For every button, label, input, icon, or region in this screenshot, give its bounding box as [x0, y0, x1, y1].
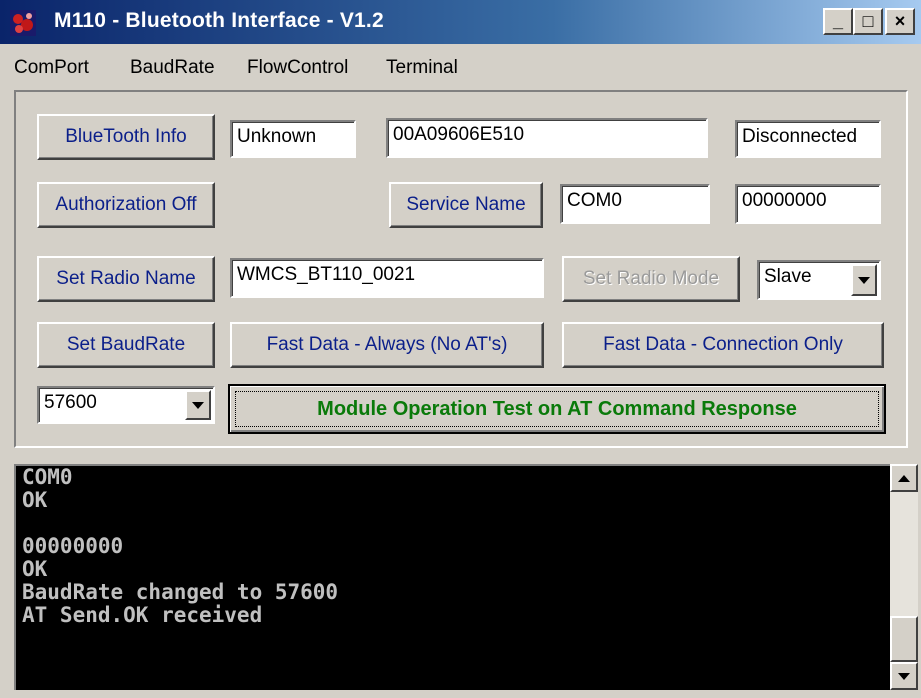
terminal-line: BaudRate changed to 57600: [22, 580, 339, 604]
minimize-button[interactable]: _: [823, 8, 853, 35]
set-radio-name-button[interactable]: Set Radio Name: [37, 256, 215, 302]
set-radio-mode-button[interactable]: Set Radio Mode: [562, 256, 740, 302]
baudrate-dropdown-button[interactable]: [185, 390, 211, 420]
menu-baudrate[interactable]: BaudRate: [130, 57, 215, 79]
menu-comport[interactable]: ComPort: [14, 57, 89, 79]
fast-data-connection-button[interactable]: Fast Data - Connection Only: [562, 322, 884, 368]
fast-data-always-button[interactable]: Fast Data - Always (No AT's): [230, 322, 544, 368]
close-icon: ×: [894, 11, 906, 31]
terminal-line: COM0: [22, 465, 73, 489]
chevron-down-icon: [898, 672, 910, 680]
service-name-button[interactable]: Service Name: [389, 182, 543, 228]
radio-mode-select[interactable]: Slave: [757, 260, 881, 300]
terminal-line: AT Send.OK received: [22, 603, 263, 627]
baudrate-select[interactable]: 57600: [37, 386, 215, 424]
bluetooth-info-button[interactable]: BlueTooth Info: [37, 114, 215, 160]
radio-mode-dropdown-button[interactable]: [851, 264, 877, 296]
menu-terminal[interactable]: Terminal: [386, 57, 458, 79]
chevron-down-icon: [192, 401, 204, 409]
menu-bar: ComPort BaudRate FlowControl Terminal: [0, 48, 921, 88]
title-bar[interactable]: M110 - Bluetooth Interface - V1.2 _ □ ×: [0, 0, 921, 44]
terminal-line: 00000000: [22, 534, 124, 558]
scrollbar-thumb[interactable]: [890, 616, 918, 662]
maximize-icon: □: [862, 11, 874, 31]
minimize-icon: _: [832, 11, 843, 31]
scroll-up-button[interactable]: [890, 464, 918, 492]
terminal-output[interactable]: COM0 OK 00000000 OK BaudRate changed to …: [14, 464, 890, 690]
module-operation-test-button[interactable]: Module Operation Test on AT Command Resp…: [228, 384, 886, 434]
focus-rectangle: [235, 391, 879, 427]
bd-address-field[interactable]: 00A09606E510: [386, 118, 708, 158]
set-baudrate-button[interactable]: Set BaudRate: [37, 322, 215, 368]
terminal-line: OK: [22, 557, 48, 581]
baudrate-value: 57600: [44, 392, 97, 413]
service-name-field[interactable]: COM0: [560, 184, 710, 224]
close-button[interactable]: ×: [885, 8, 915, 35]
device-type-field[interactable]: Unknown: [230, 120, 356, 158]
chevron-up-icon: [898, 474, 910, 482]
radio-name-field[interactable]: WMCS_BT110_0021: [230, 258, 544, 298]
service-code-field[interactable]: 00000000: [735, 184, 881, 224]
terminal-scrollbar[interactable]: [890, 464, 918, 690]
terminal-line: OK: [22, 488, 48, 512]
bluetooth-app-icon: [10, 10, 36, 36]
maximize-button[interactable]: □: [853, 8, 883, 35]
menu-flowcontrol[interactable]: FlowControl: [247, 57, 348, 79]
radio-mode-value: Slave: [764, 266, 812, 287]
connection-status-field[interactable]: Disconnected: [735, 120, 881, 158]
window-title: M110 - Bluetooth Interface - V1.2: [54, 9, 384, 32]
scroll-down-button[interactable]: [890, 662, 918, 690]
chevron-down-icon: [858, 276, 870, 284]
authorization-button[interactable]: Authorization Off: [37, 182, 215, 228]
